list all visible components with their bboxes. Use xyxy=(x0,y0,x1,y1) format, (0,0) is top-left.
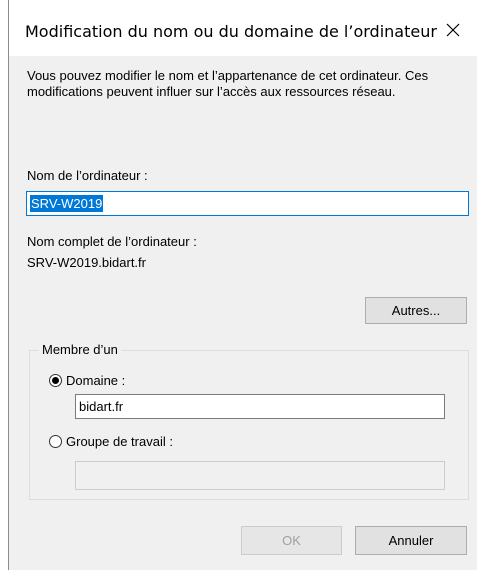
workgroup-radio-button[interactable] xyxy=(49,435,62,448)
title-bar: Modification du nom ou du domaine de l’o… xyxy=(9,0,477,56)
cancel-button[interactable]: Annuler xyxy=(355,526,467,555)
membership-group-label: Membre d’un xyxy=(39,342,121,357)
dialog-title: Modification du nom ou du domaine de l’o… xyxy=(25,22,437,41)
full-name-value: SRV-W2019.bidart.fr xyxy=(27,255,146,270)
domain-value: bidart.fr xyxy=(79,399,124,414)
close-button[interactable] xyxy=(435,12,471,48)
domain-input[interactable]: bidart.fr xyxy=(75,394,445,419)
ok-button[interactable]: OK xyxy=(241,526,342,555)
dialog-body: Vous pouvez modifier le nom et l’apparte… xyxy=(9,56,477,570)
workgroup-radio[interactable]: Groupe de travail : xyxy=(49,434,173,449)
computer-name-input[interactable]: SRV-W2019 xyxy=(26,191,469,216)
close-icon xyxy=(446,23,460,37)
description-text: Vous pouvez modifier le nom et l’apparte… xyxy=(27,68,429,99)
domain-radio-label: Domaine : xyxy=(66,373,126,388)
workgroup-input[interactable] xyxy=(75,461,445,490)
dialog-window: Modification du nom ou du domaine de l’o… xyxy=(0,0,477,570)
workgroup-radio-label: Groupe de travail : xyxy=(66,434,173,449)
full-name-label: Nom complet de l’ordinateur : xyxy=(27,234,197,249)
domain-radio-button[interactable] xyxy=(49,374,62,387)
domain-radio[interactable]: Domaine : xyxy=(49,373,125,388)
computer-name-label: Nom de l’ordinateur : xyxy=(27,168,148,183)
computer-name-value: SRV-W2019 xyxy=(30,195,104,212)
more-button[interactable]: Autres... xyxy=(365,297,467,324)
background-edge xyxy=(0,0,8,570)
